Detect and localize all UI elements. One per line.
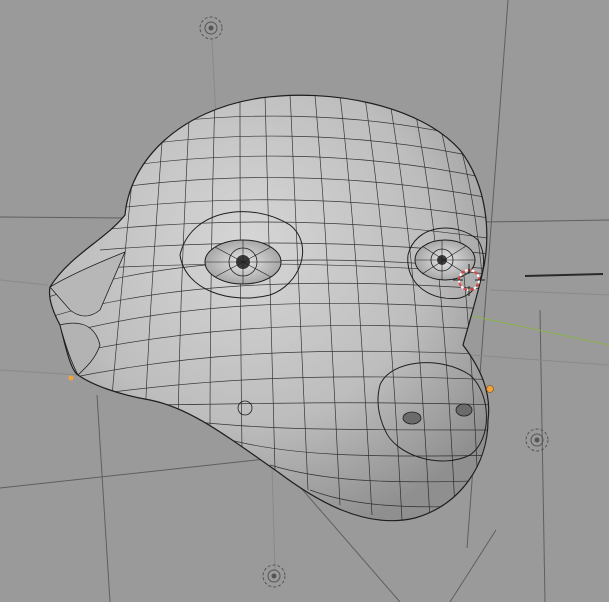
- right-nostril: [455, 403, 473, 417]
- viewport-canvas[interactable]: [0, 0, 609, 602]
- light-empty-icon[interactable]: [525, 428, 549, 452]
- object-origin-dot[interactable]: [486, 385, 494, 393]
- creature-head-mesh[interactable]: [40, 94, 500, 522]
- dark-edge-line: [524, 273, 604, 277]
- light-empty-icon[interactable]: [262, 564, 286, 588]
- right-eye[interactable]: [414, 239, 476, 281]
- 3d-viewport[interactable]: [0, 0, 609, 602]
- light-empty-icon[interactable]: [199, 16, 223, 40]
- vertex-dot: [68, 375, 74, 381]
- left-eye[interactable]: [204, 239, 282, 285]
- left-nostril: [402, 411, 422, 425]
